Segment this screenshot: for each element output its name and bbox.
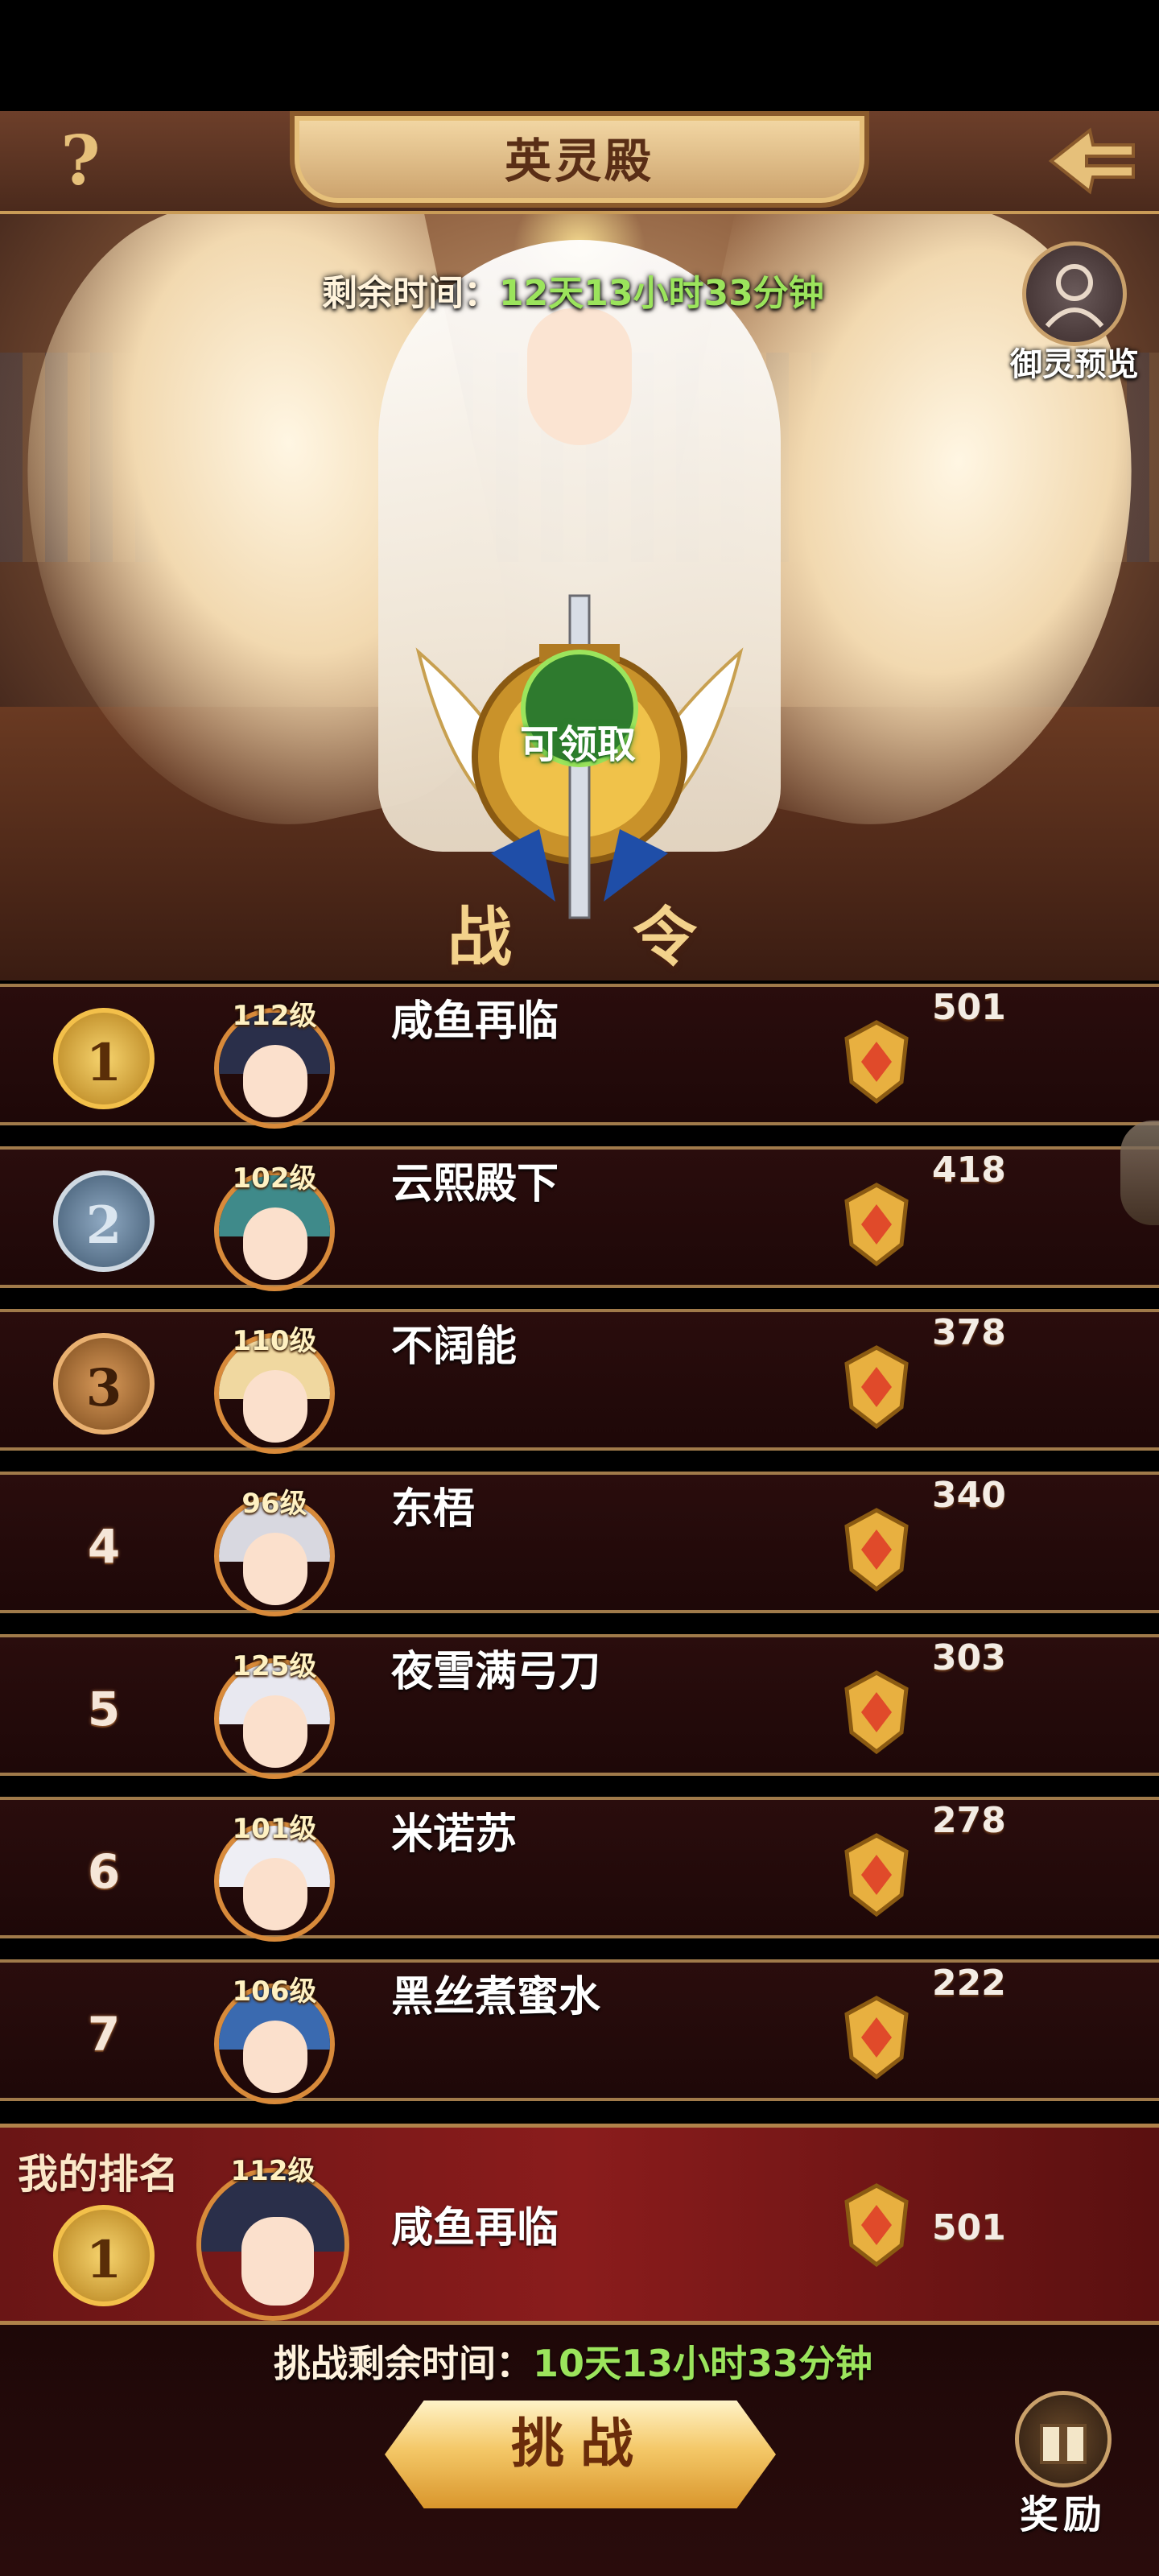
rank-medal: 3 [53, 1333, 155, 1435]
rank-number: 7 [87, 2007, 121, 2062]
challenge-remaining-time: 挑战剩余时间：10天13小时33分钟 [274, 2334, 966, 2391]
player-score: 303 [932, 1637, 1006, 1678]
trophy-icon [844, 1996, 909, 2080]
player-avatar[interactable]: 102级 [214, 1159, 340, 1291]
level-badge: 96级 [241, 1488, 307, 1520]
claim-label: 可领取 [519, 722, 636, 767]
player-name: 咸鱼再临 [391, 997, 559, 1046]
ranking-row[interactable]: 3 110级 不阔能 378 [0, 1309, 1159, 1454]
trophy-icon [844, 1345, 909, 1430]
player-score: 222 [932, 1963, 1006, 2004]
level-badge: 101级 [232, 1813, 317, 1845]
trophy-icon [844, 1670, 909, 1755]
player-avatar[interactable]: 110级 [214, 1322, 340, 1454]
level-badge: 102级 [232, 1162, 317, 1195]
player-name: 夜雪满弓刀 [391, 1648, 601, 1696]
challenge-button-label: 挑战 [511, 2413, 650, 2475]
my-rank-label: 我的排名 [18, 2151, 179, 2198]
avatar-face [243, 1695, 307, 1768]
avatar-face [243, 1370, 307, 1443]
avatar-face [243, 1045, 307, 1117]
player-score: 418 [932, 1150, 1006, 1191]
my-rank-medal: 1 [53, 2205, 155, 2306]
rank-medal: 1 [53, 1008, 155, 1109]
side-pull-tab[interactable] [1120, 1121, 1159, 1225]
player-avatar[interactable]: 125级 [214, 1647, 340, 1779]
trophy-icon [844, 2183, 909, 2268]
trophy-icon [844, 1183, 909, 1267]
level-badge: 110级 [232, 1325, 317, 1357]
trophy-icon [844, 1020, 909, 1104]
event-remaining-time: 剩余时间：12天13小时33分钟 [322, 266, 885, 322]
player-name: 米诺苏 [391, 1810, 518, 1859]
page-title: 英灵殿 [504, 134, 654, 188]
remaining-label: 剩余时间： [322, 273, 499, 314]
challenge-time-value: 10天13小时33分钟 [533, 2342, 873, 2385]
rank-number: 4 [87, 1519, 121, 1574]
player-score: 278 [932, 1800, 1006, 1841]
rank-number: 5 [87, 1682, 121, 1736]
challenge-time-label: 挑战剩余时间： [274, 2342, 533, 2385]
ranking-row[interactable]: 7 106级 黑丝煮蜜水 222 [0, 1959, 1159, 2104]
level-badge: 112级 [230, 2155, 316, 2187]
player-name: 云熙殿下 [391, 1160, 559, 1208]
ranking-row[interactable]: 6 101级 米诺苏 278 [0, 1797, 1159, 1942]
ranking-row[interactable]: 5 125级 夜雪满弓刀 303 [0, 1634, 1159, 1779]
avatar [196, 2168, 349, 2321]
person-icon [1022, 242, 1127, 346]
battle-pass-title-left: 战 [448, 899, 512, 975]
angel-face [527, 308, 632, 445]
player-avatar[interactable]: 112级 [214, 997, 340, 1129]
remaining-value: 12天13小时33分钟 [499, 273, 824, 314]
battle-pass-title-right: 令 [633, 899, 697, 975]
avatar-face [243, 1533, 307, 1605]
avatar-face [241, 2217, 314, 2306]
player-name: 不阔能 [391, 1323, 518, 1371]
trophy-icon [844, 1508, 909, 1592]
player-avatar[interactable]: 101级 [214, 1810, 340, 1942]
player-name: 东梧 [391, 1485, 476, 1534]
level-badge: 106级 [232, 1975, 317, 2008]
reward-button[interactable]: 奖励 [1003, 2391, 1124, 2552]
ranking-row[interactable]: 2 102级 云熙殿下 418 [0, 1146, 1159, 1291]
ranking-row[interactable]: 4 96级 东梧 340 [0, 1472, 1159, 1616]
trophy-icon [844, 1833, 909, 1918]
my-player-name: 咸鱼再临 [391, 2204, 559, 2252]
gift-box-icon [1015, 2391, 1112, 2487]
level-badge: 112级 [232, 1000, 317, 1032]
player-name: 黑丝煮蜜水 [391, 1973, 601, 2021]
player-score: 340 [932, 1475, 1006, 1516]
preview-button[interactable]: 御灵预览 [998, 242, 1151, 383]
rank-medal: 2 [53, 1170, 155, 1272]
back-arrow-icon[interactable] [1045, 121, 1140, 201]
status-bar-area [0, 0, 1159, 111]
player-avatar[interactable]: 96级 [214, 1484, 340, 1616]
my-rank-row: 我的排名 1 112级 咸鱼再临 501 [0, 2124, 1159, 2325]
avatar-face [243, 1858, 307, 1930]
my-avatar[interactable]: 112级 [196, 2152, 357, 2321]
rank-number: 6 [87, 1844, 121, 1899]
help-button[interactable]: ? [48, 121, 113, 201]
ranking-row[interactable]: 1 112级 咸鱼再临 501 [0, 984, 1159, 1129]
avatar-face [243, 2021, 307, 2093]
player-avatar[interactable]: 106级 [214, 1972, 340, 2104]
player-score: 378 [932, 1312, 1006, 1353]
level-badge: 125级 [232, 1650, 317, 1682]
reward-label: 奖励 [1019, 2492, 1107, 2537]
player-score: 501 [932, 987, 1006, 1028]
avatar-face [243, 1208, 307, 1280]
my-score: 501 [932, 2207, 1006, 2248]
